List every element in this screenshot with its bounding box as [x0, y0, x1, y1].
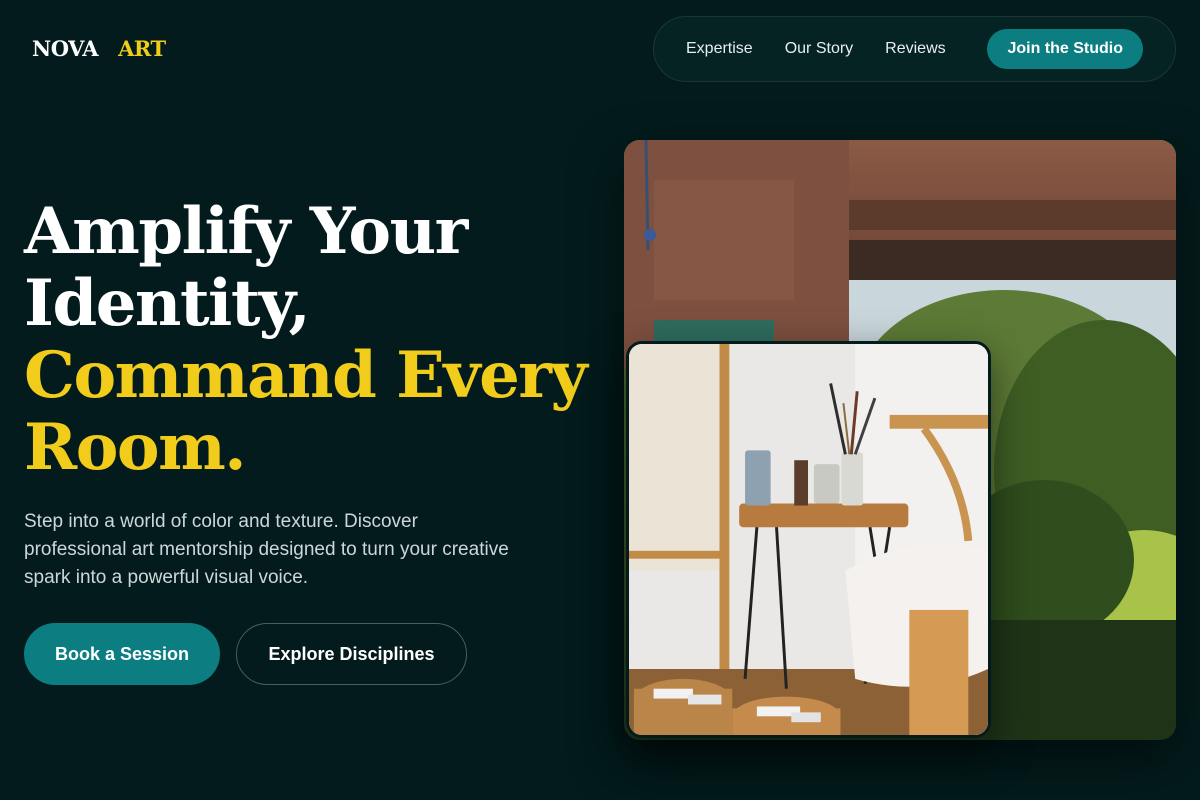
hero-subtitle: Step into a world of color and texture. …	[24, 511, 509, 588]
hero-title-line-2: Identity,	[24, 266, 311, 341]
hero-title: Amplify Your Identity, Command Every Roo…	[24, 196, 604, 484]
join-studio-button[interactable]: Join the Studio	[987, 29, 1143, 69]
hero-title-line-3: Command Every	[24, 338, 588, 413]
nav-link-expertise[interactable]: Expertise	[686, 40, 753, 58]
book-session-button[interactable]: Book a Session	[24, 623, 220, 685]
nav-link-reviews[interactable]: Reviews	[885, 40, 945, 58]
nav-link-our-story[interactable]: Our Story	[785, 40, 853, 58]
hero-title-line-4: Room.	[24, 410, 247, 485]
explore-disciplines-button[interactable]: Explore Disciplines	[236, 623, 467, 685]
studio-easel-photo	[626, 341, 991, 738]
brand-word-art: ART	[118, 36, 166, 61]
brand-logo[interactable]: NOVA ART	[32, 36, 166, 61]
hero-title-line-1: Amplify Your	[24, 194, 468, 269]
brand-word-nova: NOVA	[32, 36, 99, 61]
studio-easel-illustration	[629, 344, 988, 735]
top-navigation: Expertise Our Story Reviews Join the Stu…	[653, 16, 1176, 82]
